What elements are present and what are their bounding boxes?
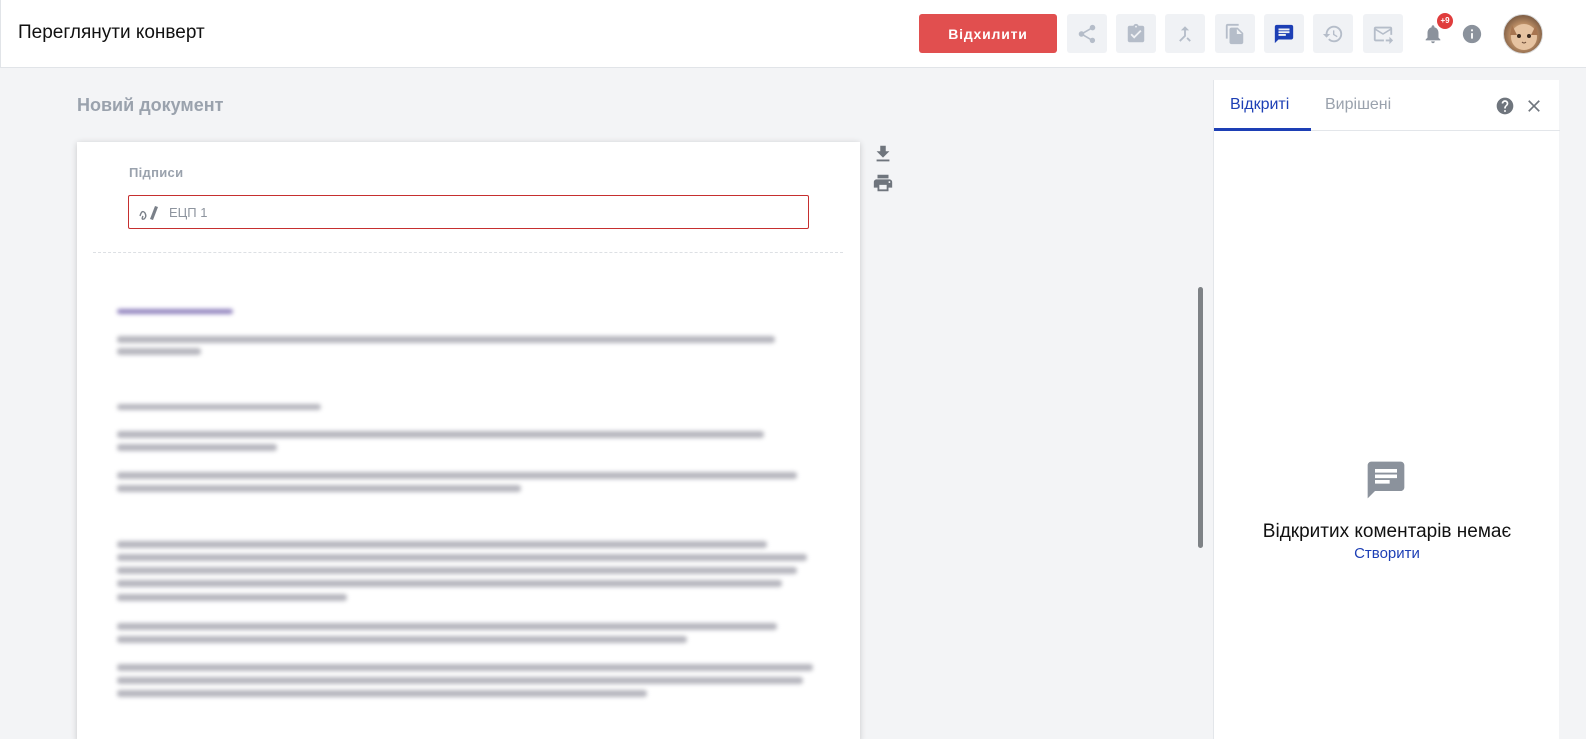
comment-icon (1367, 461, 1405, 499)
print-icon (873, 174, 893, 192)
app-header: Переглянути конверт Відхилити +9 (0, 0, 1586, 68)
comment-icon (1274, 24, 1294, 43)
comments-panel: Відкриті Вирішені Відкритих коментарів н… (1213, 80, 1560, 739)
info-button[interactable] (1459, 21, 1485, 47)
comments-tabs: Відкриті Вирішені (1214, 80, 1560, 131)
create-comment-link[interactable]: Створити (1214, 545, 1560, 562)
info-icon (1462, 24, 1482, 44)
history-button[interactable] (1313, 14, 1353, 53)
comments-button[interactable] (1264, 14, 1304, 53)
tab-resolved[interactable]: Вирішені (1325, 96, 1391, 114)
close-icon[interactable] (1524, 96, 1544, 116)
signature-field-label: ЕЦП 1 (169, 205, 208, 220)
print-button[interactable] (872, 172, 894, 194)
reject-button[interactable]: Відхилити (919, 14, 1057, 53)
scrollbar-thumb[interactable] (1198, 287, 1203, 548)
share-button[interactable] (1067, 14, 1107, 53)
signature-field[interactable]: ЕЦП 1 (128, 195, 809, 229)
tab-open[interactable]: Відкриті (1230, 96, 1289, 114)
user-avatar[interactable] (1503, 14, 1543, 54)
assignment-button[interactable] (1116, 14, 1156, 53)
merge-button[interactable] (1165, 14, 1205, 53)
assignment-check-icon (1127, 23, 1145, 42)
mail-forward-icon (1373, 26, 1394, 44)
copy-icon (1225, 23, 1244, 44)
mail-forward-button[interactable] (1363, 14, 1403, 53)
download-button[interactable] (872, 143, 894, 165)
copy-button[interactable] (1215, 14, 1255, 53)
divider (93, 252, 843, 253)
notification-badge: +9 (1437, 13, 1453, 29)
empty-comments-message: Відкритих коментарів немає (1262, 521, 1512, 542)
page-title: Переглянути конверт (18, 22, 205, 43)
merge-icon (1179, 25, 1191, 42)
signatures-label: Підписи (129, 165, 184, 180)
share-icon (1078, 24, 1096, 43)
history-icon (1322, 25, 1343, 42)
help-icon[interactable] (1495, 96, 1515, 116)
cat-photo (1510, 24, 1538, 50)
active-tab-indicator (1214, 128, 1311, 131)
download-icon (876, 145, 890, 162)
document-title: Новий документ (77, 95, 224, 115)
signature-pen-icon (139, 206, 158, 220)
document-page: Підписи ЕЦП 1 (77, 142, 860, 739)
